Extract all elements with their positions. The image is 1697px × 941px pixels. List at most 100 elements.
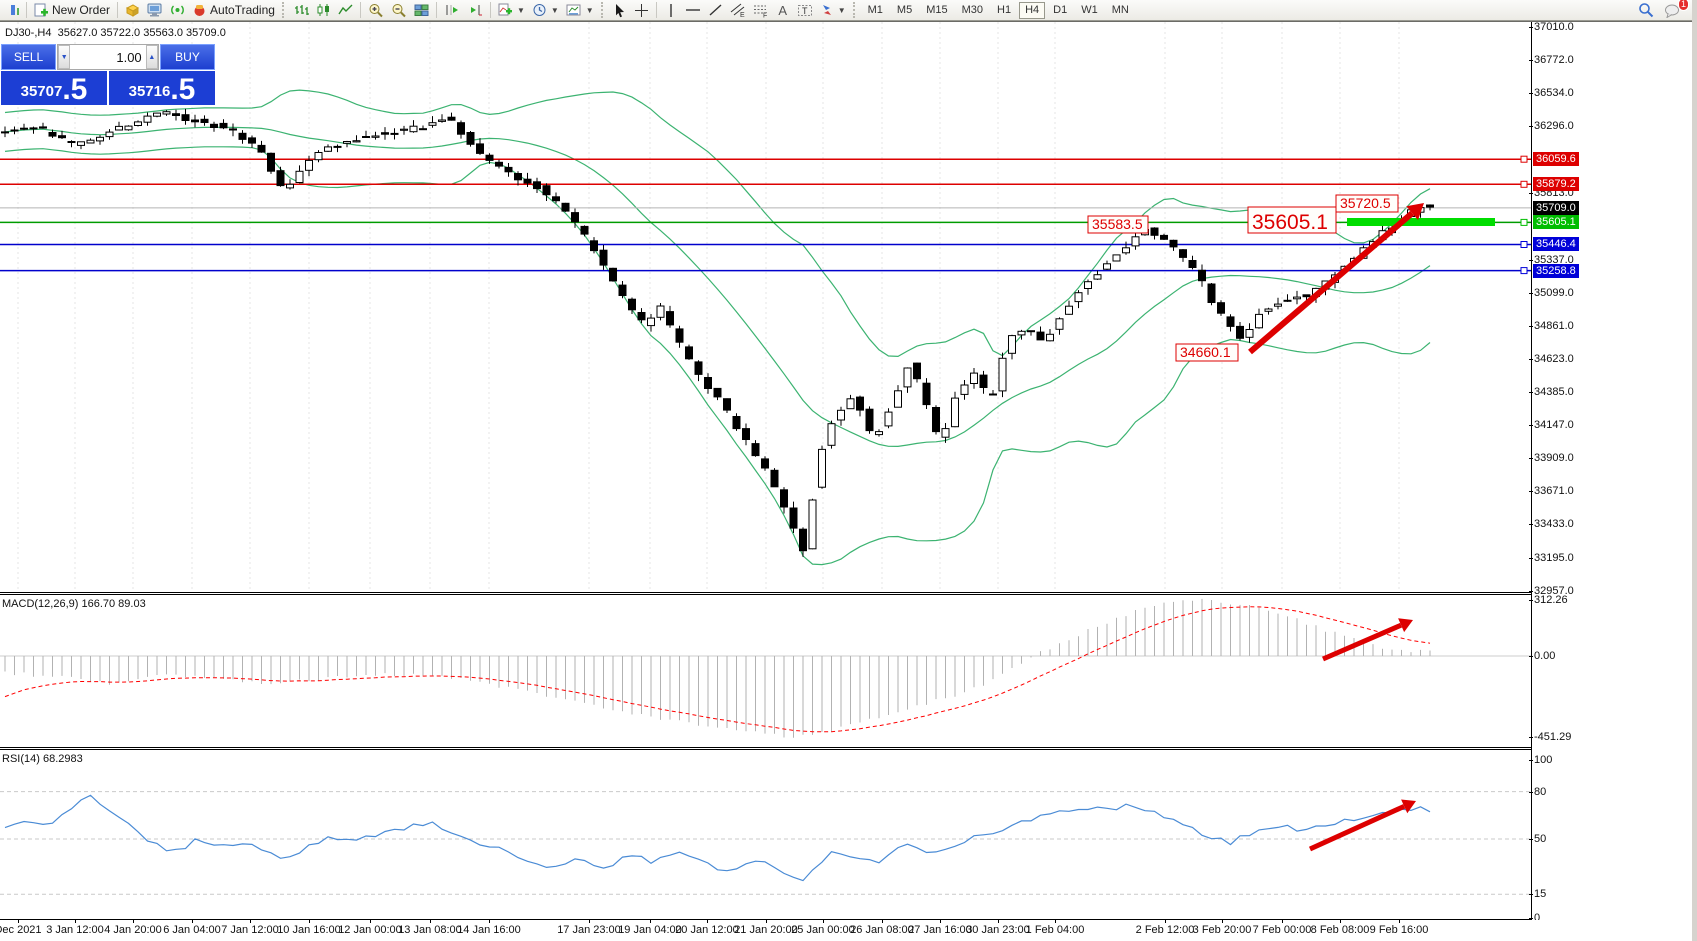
price-tick: 34861.0 (1534, 320, 1574, 332)
timeframe-button-m5[interactable]: M5 (891, 2, 918, 19)
templates-button[interactable]: ▼ (563, 1, 597, 20)
periods-button[interactable]: ▼ (529, 1, 562, 20)
bollinger-bands[interactable] (5, 90, 1430, 564)
crosshair-button[interactable] (631, 1, 652, 20)
notification-badge: 1 (1678, 0, 1689, 11)
timeframe-button-mn[interactable]: MN (1106, 2, 1135, 19)
chart-ohlc-readout: 35627.0 35722.0 35563.0 35709.0 (58, 27, 226, 39)
search-icon (1638, 2, 1654, 18)
annotations[interactable]: 35583.535605.135720.534660.1 (1088, 195, 1495, 361)
timeframe-button-m15[interactable]: M15 (920, 2, 953, 19)
equidistant-channel-tool-button[interactable]: E (727, 1, 749, 20)
macd-canvas[interactable] (0, 595, 1531, 748)
panel-splitter[interactable] (0, 747, 1697, 748)
horizontal-line-tool-button[interactable] (682, 1, 704, 20)
notifications-button[interactable]: 1 (1661, 1, 1684, 20)
horizontal-line-icon (685, 3, 701, 17)
toolbar-handle[interactable] (853, 2, 858, 18)
chart-icon (5, 3, 19, 17)
toolbar-handle[interactable] (282, 2, 287, 18)
price-axis[interactable]: 37010.036772.036534.036296.035813.035337… (1531, 22, 1692, 920)
time-axis[interactable]: Dec 20213 Jan 12:004 Jan 20:006 Jan 04:0… (0, 920, 1697, 941)
panel-splitter[interactable] (0, 592, 1697, 593)
price-tick: 34385.0 (1534, 386, 1574, 398)
tile-windows-button[interactable] (411, 1, 432, 20)
trendline-tool-button[interactable] (705, 1, 726, 20)
price-level-label: 35879.2 (1533, 177, 1579, 191)
terminal-button[interactable] (144, 1, 166, 20)
timeframe-button-w1[interactable]: W1 (1075, 2, 1104, 19)
vertical-line-tool-button[interactable] (661, 1, 681, 20)
chart-shift-button[interactable] (441, 1, 463, 20)
rsi-indicator-panel[interactable]: RSI(14) 68.2983 (0, 750, 1531, 920)
time-tick-mark (1165, 920, 1166, 923)
expert-advisors-icon (125, 3, 140, 17)
time-tick-label: 19 Jan 04:00 (618, 924, 682, 936)
price-chart-panel[interactable]: 35583.535605.135720.534660.1 DJ30-,H4 35… (0, 22, 1531, 593)
candlestick-chart-button[interactable] (313, 1, 334, 20)
new-order-button[interactable]: New Order (31, 1, 113, 20)
panel-splitter[interactable] (0, 749, 1697, 750)
volume-up-button[interactable]: ▲ (146, 45, 158, 69)
time-tick-label: 25 Jan 00:00 (791, 924, 855, 936)
arrows-tool-button[interactable]: ▼ (817, 1, 849, 20)
line-chart-button[interactable] (335, 1, 356, 20)
fibonacci-icon: F (753, 3, 769, 18)
text-label-tool-button[interactable]: T (794, 1, 816, 20)
price-tick: 35099.0 (1534, 287, 1574, 299)
autotrading-button[interactable]: AutoTrading (189, 1, 278, 20)
charts-icon[interactable] (2, 1, 22, 20)
text-tool-icon: A (778, 3, 787, 18)
terminal-icon (147, 3, 163, 17)
time-tick-mark (1282, 920, 1283, 923)
price-tick: 36772.0 (1534, 54, 1574, 66)
sell-price[interactable]: 35707.5 (1, 71, 107, 105)
time-tick-mark (823, 920, 824, 923)
time-tick-mark (1399, 920, 1400, 923)
fibonacci-tool-button[interactable]: F (750, 1, 772, 20)
sell-button[interactable]: SELL (1, 44, 56, 70)
line-chart-icon (338, 3, 353, 17)
timeframe-button-m30[interactable]: M30 (956, 2, 989, 19)
timeframe-button-d1[interactable]: D1 (1047, 2, 1073, 19)
equidistant-channel-icon: E (730, 3, 746, 18)
rsi-label: RSI(14) 68.2983 (2, 753, 83, 765)
dropdown-caret-icon: ▼ (838, 6, 846, 15)
timeframe-button-h4[interactable]: H4 (1019, 2, 1045, 19)
indicators-button[interactable]: ▼ (495, 1, 528, 20)
panel-splitter[interactable] (0, 594, 1697, 595)
price-level-label: 35709.0 (1533, 201, 1579, 215)
signals-button[interactable] (167, 1, 188, 20)
volume-down-button[interactable]: ▼ (58, 45, 70, 69)
buy-button[interactable]: BUY (160, 44, 215, 70)
new-order-label: New Order (52, 3, 110, 17)
timeframe-button-m1[interactable]: M1 (862, 2, 889, 19)
cursor-button[interactable] (610, 1, 630, 20)
bar-chart-button[interactable] (291, 1, 312, 20)
zoom-in-button[interactable] (365, 1, 387, 20)
text-tool-button[interactable]: A (773, 1, 793, 20)
macd-indicator-panel[interactable]: MACD(12,26,9) 166.70 89.03 (0, 595, 1531, 748)
macd-label: MACD(12,26,9) 166.70 89.03 (2, 598, 146, 610)
zoom-out-button[interactable] (388, 1, 410, 20)
time-tick-label: 4 Jan 20:00 (104, 924, 162, 936)
time-tick-label: Dec 2021 (0, 924, 42, 936)
time-tick-label: 20 Jan 12:00 (675, 924, 739, 936)
auto-scroll-button[interactable] (464, 1, 486, 20)
price-tick: 33671.0 (1534, 485, 1574, 497)
toolbar-handle[interactable] (601, 2, 606, 18)
search-button[interactable] (1635, 1, 1657, 20)
timeframe-button-h1[interactable]: H1 (991, 2, 1017, 19)
time-tick-label: 17 Jan 23:00 (557, 924, 621, 936)
volume-input[interactable] (70, 45, 145, 69)
time-tick-mark (489, 920, 490, 923)
time-tick-label: 13 Jan 08:00 (398, 924, 462, 936)
candlesticks[interactable] (2, 109, 1434, 557)
toolbar-divider (0, 21, 1697, 22)
separator (490, 2, 491, 18)
buy-price[interactable]: 35716.5 (109, 71, 215, 105)
rsi-canvas[interactable] (0, 750, 1531, 920)
expert-advisors-button[interactable] (122, 1, 143, 20)
price-chart-canvas[interactable]: 35583.535605.135720.534660.1 (0, 22, 1531, 593)
chart-title: DJ30-,H4 35627.0 35722.0 35563.0 35709.0 (5, 27, 226, 39)
